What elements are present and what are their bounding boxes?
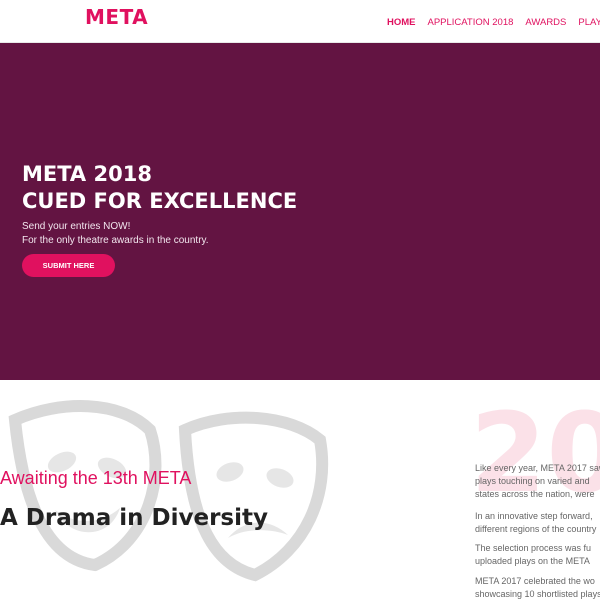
about-section: 20 Awaiting the 13th META A Drama in Div… <box>0 380 600 600</box>
nav-plays[interactable]: PLAYS <box>578 17 600 28</box>
paragraph-line: plays touching on varied and <box>475 476 590 486</box>
main-nav: HOME APPLICATION 2018 AWARDS PLAYS <box>387 17 600 28</box>
section-kicker: Awaiting the 13th META <box>0 468 192 488</box>
hero-subtitle: Send your entries NOW! For the only thea… <box>22 220 209 248</box>
paragraph-line: META 2017 celebrated the wo <box>475 576 595 586</box>
hero-title-line-2: CUED FOR EXCELLENCE <box>22 189 298 213</box>
innovation-paragraph: In an innovative step forward, different… <box>475 510 600 536</box>
paragraph-line: Like every year, META 2017 saw <box>475 463 600 473</box>
hero-title-line-1: META 2018 <box>22 162 152 186</box>
paragraph-line: different regions of the country <box>475 524 597 534</box>
section-headline: A Drama in Diversity <box>0 505 268 531</box>
intro-paragraph: Like every year, META 2017 saw plays tou… <box>475 462 600 501</box>
paragraph-line: In an innovative step forward, <box>475 511 593 521</box>
paragraph-line: uploaded plays on the META <box>475 556 590 566</box>
paragraph-line: showcasing 10 shortlisted plays <box>475 589 600 599</box>
theatre-masks-icon <box>8 400 329 582</box>
selection-paragraph: The selection process was fu uploaded pl… <box>475 542 600 568</box>
nav-awards[interactable]: AWARDS <box>525 17 566 28</box>
hero-title: META 2018 CUED FOR EXCELLENCE <box>22 161 297 215</box>
submit-here-button[interactable]: SUBMIT HERE <box>22 254 115 277</box>
nav-home[interactable]: HOME <box>387 17 416 28</box>
celebration-paragraph: META 2017 celebrated the wo showcasing 1… <box>475 575 600 600</box>
paragraph-line: states across the nation, were <box>475 489 595 499</box>
hero-subtitle-line-1: Send your entries NOW! <box>22 221 131 232</box>
nav-application-2018[interactable]: APPLICATION 2018 <box>428 17 514 28</box>
site-header: META HOME APPLICATION 2018 AWARDS PLAYS <box>0 0 600 43</box>
hero-subtitle-line-2: For the only theatre awards in the count… <box>22 235 209 246</box>
paragraph-line: The selection process was fu <box>475 543 592 553</box>
site-logo[interactable]: META <box>85 5 148 29</box>
hero-banner: META 2018 CUED FOR EXCELLENCE Send your … <box>0 43 600 380</box>
